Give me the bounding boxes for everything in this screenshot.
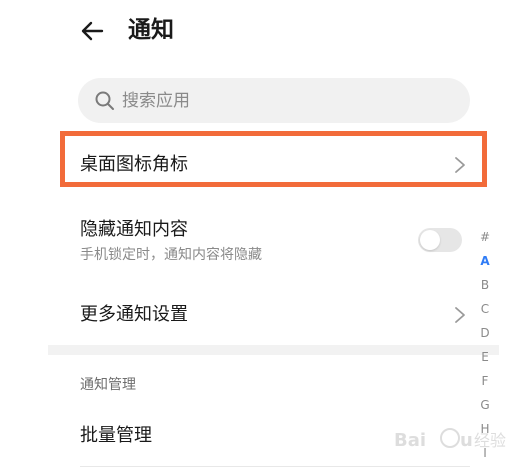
more-settings-label[interactable]: 更多通知设置 — [80, 303, 188, 327]
svg-text:经验: 经验 — [474, 431, 506, 450]
badge-setting-label[interactable]: 桌面图标角标 — [80, 153, 188, 177]
alphabet-index-letter[interactable]: A — [476, 249, 494, 273]
search-icon — [95, 91, 114, 110]
search-input[interactable] — [122, 78, 422, 123]
app-header: 通知 — [0, 0, 523, 62]
search-bar[interactable] — [78, 78, 470, 123]
hide-content-label: 隐藏通知内容 — [80, 219, 188, 240]
svg-text:u: u — [460, 430, 473, 451]
alphabet-index-letter[interactable]: F — [476, 369, 494, 393]
chevron-right-icon[interactable] — [453, 305, 467, 325]
batch-manage-label[interactable]: 批量管理 — [80, 424, 152, 448]
alphabet-index-letter[interactable]: C — [476, 297, 494, 321]
page-title: 通知 — [128, 17, 174, 43]
svg-text:Bai: Bai — [394, 430, 426, 451]
alphabet-index-letter[interactable]: D — [476, 321, 494, 345]
alphabet-index-letter[interactable]: # — [476, 225, 494, 249]
chevron-right-icon[interactable] — [453, 155, 467, 175]
back-arrow-icon[interactable] — [78, 16, 108, 46]
alphabet-index-letter[interactable]: G — [476, 393, 494, 417]
toggle-knob — [420, 230, 440, 250]
section-title: 通知管理 — [80, 377, 136, 393]
alphabet-index-letter[interactable]: E — [476, 345, 494, 369]
section-divider — [48, 345, 499, 355]
hide-content-description: 手机锁定时，通知内容将隐藏 — [80, 247, 262, 263]
hide-content-toggle[interactable] — [418, 228, 462, 252]
alphabet-index-letter[interactable]: B — [476, 273, 494, 297]
watermark-logo: Bai u 经验 — [394, 428, 506, 451]
